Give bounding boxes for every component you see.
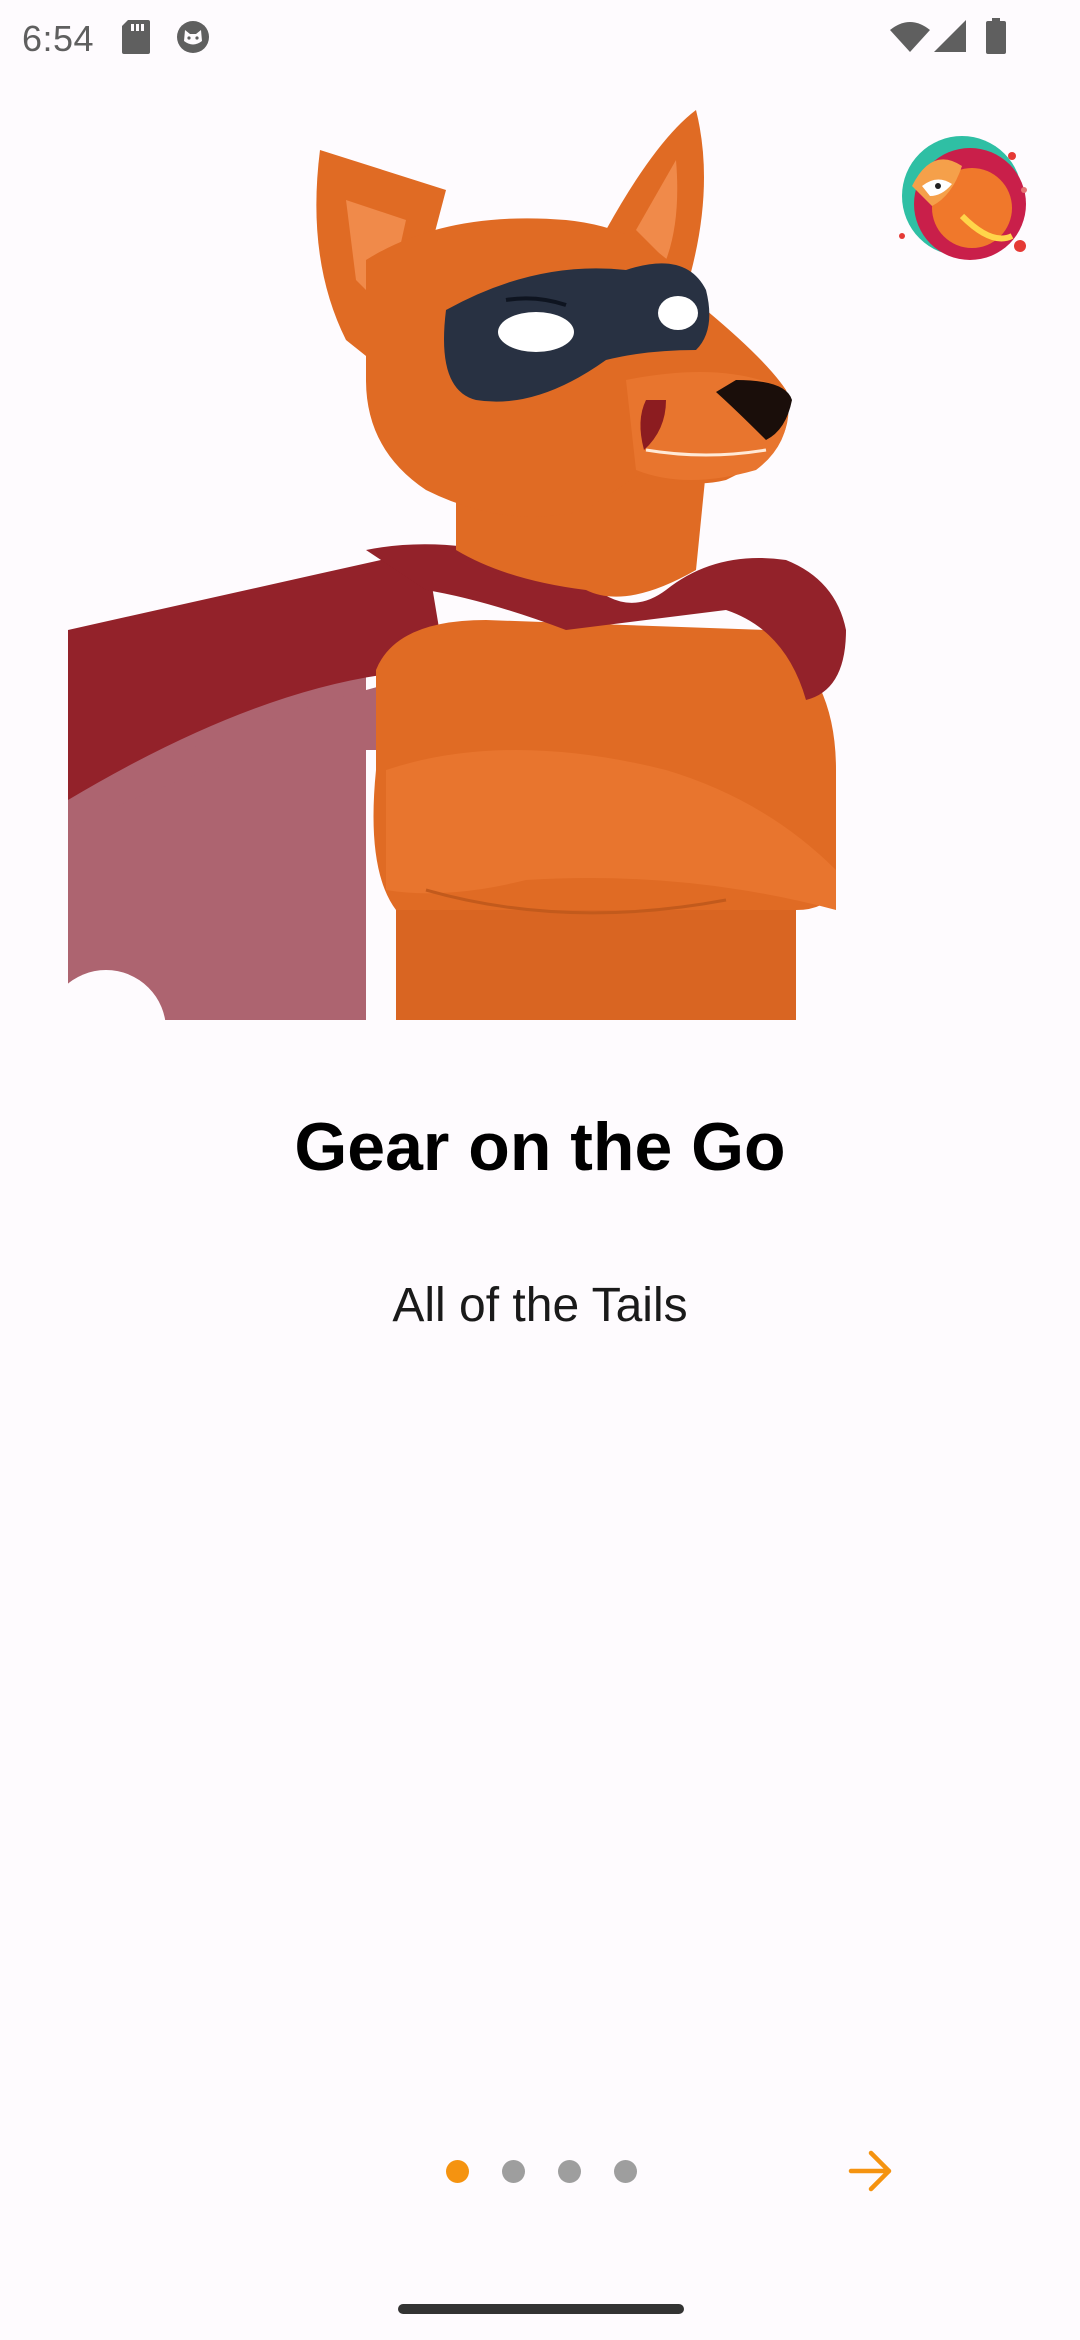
page-dot-4[interactable]	[614, 2160, 637, 2183]
home-indicator[interactable]	[398, 2304, 684, 2314]
next-button[interactable]	[836, 2140, 906, 2206]
onboarding-title: Gear on the Go	[294, 1109, 786, 1185]
fox-superhero-illustration	[46, 110, 856, 1090]
status-time: 6:54	[22, 18, 95, 59]
page-indicator	[446, 2160, 637, 2184]
page-dot-2[interactable]	[502, 2160, 525, 2183]
signal-icon	[934, 20, 966, 57]
onboarding-subtitle: All of the Tails	[392, 1279, 688, 1332]
page-dot-1[interactable]	[446, 2160, 469, 2183]
onboarding-screen: 6:54 Gear on the Go All of the Tails	[0, 0, 1080, 2340]
status-bar: 6:54	[0, 0, 1080, 74]
wifi-icon	[890, 22, 930, 57]
cat-notification-icon	[176, 20, 210, 59]
arrow-right-icon	[847, 2149, 895, 2198]
sd-card-icon	[122, 20, 150, 59]
fox-logo-icon	[892, 126, 1032, 266]
page-dot-3[interactable]	[558, 2160, 581, 2183]
battery-icon	[986, 18, 1006, 59]
